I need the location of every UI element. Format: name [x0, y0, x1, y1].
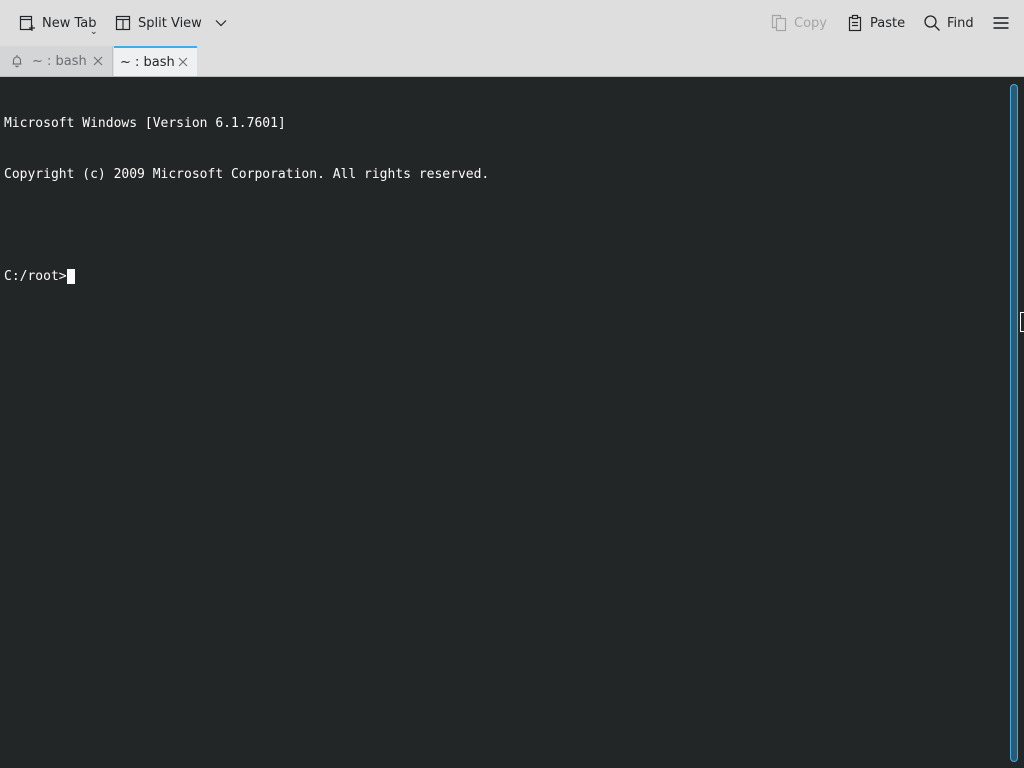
- new-tab-label: New Tab: [42, 15, 97, 31]
- scrollbar-handle[interactable]: [1011, 85, 1017, 761]
- copy-button[interactable]: Copy: [764, 8, 833, 38]
- terminal-prompt-line: C:/root>: [4, 268, 1010, 285]
- find-label: Find: [947, 15, 974, 31]
- terminal-prompt: C:/root>: [4, 269, 67, 284]
- close-icon[interactable]: [92, 55, 104, 67]
- tab-bash-1[interactable]: ~ : bash: [0, 46, 113, 76]
- text-cursor: [66, 269, 75, 284]
- tab-bash-2-active[interactable]: ~ : bash: [114, 46, 197, 76]
- chevron-down-icon[interactable]: [212, 14, 230, 32]
- find-button[interactable]: Find: [917, 8, 980, 38]
- hamburger-menu-icon: [992, 14, 1010, 32]
- split-view-label: Split View: [138, 15, 202, 31]
- toolbar: New Tab ⌄ Split View Copy Paste Find: [0, 0, 1024, 46]
- split-view-icon: [114, 14, 132, 32]
- paste-button[interactable]: Paste: [840, 8, 911, 38]
- splitter-handle[interactable]: [1020, 312, 1024, 332]
- paste-label: Paste: [870, 15, 906, 31]
- search-icon: [923, 14, 941, 32]
- bell-icon: [10, 54, 24, 68]
- hamburger-menu-button[interactable]: [986, 8, 1016, 38]
- copy-label: Copy: [794, 15, 827, 31]
- terminal-output[interactable]: Microsoft Windows [Version 6.1.7601] Cop…: [0, 77, 1010, 768]
- new-tab-icon: [18, 14, 36, 32]
- tab-bar: ~ : bash ~ : bash: [0, 46, 1024, 77]
- new-tab-dropdown-icon[interactable]: ⌄: [90, 27, 98, 37]
- new-tab-button[interactable]: New Tab ⌄: [12, 8, 103, 38]
- paste-icon: [846, 14, 864, 32]
- close-icon[interactable]: [177, 56, 189, 68]
- copy-icon: [770, 14, 788, 32]
- tab-label: ~ : bash: [120, 54, 175, 70]
- tab-label: ~ : bash: [32, 53, 87, 69]
- terminal-line: Copyright (c) 2009 Microsoft Corporation…: [4, 167, 490, 182]
- terminal-scrollbar[interactable]: [1010, 84, 1018, 762]
- terminal-line: Microsoft Windows [Version 6.1.7601]: [4, 116, 286, 131]
- split-view-button[interactable]: Split View: [108, 8, 236, 38]
